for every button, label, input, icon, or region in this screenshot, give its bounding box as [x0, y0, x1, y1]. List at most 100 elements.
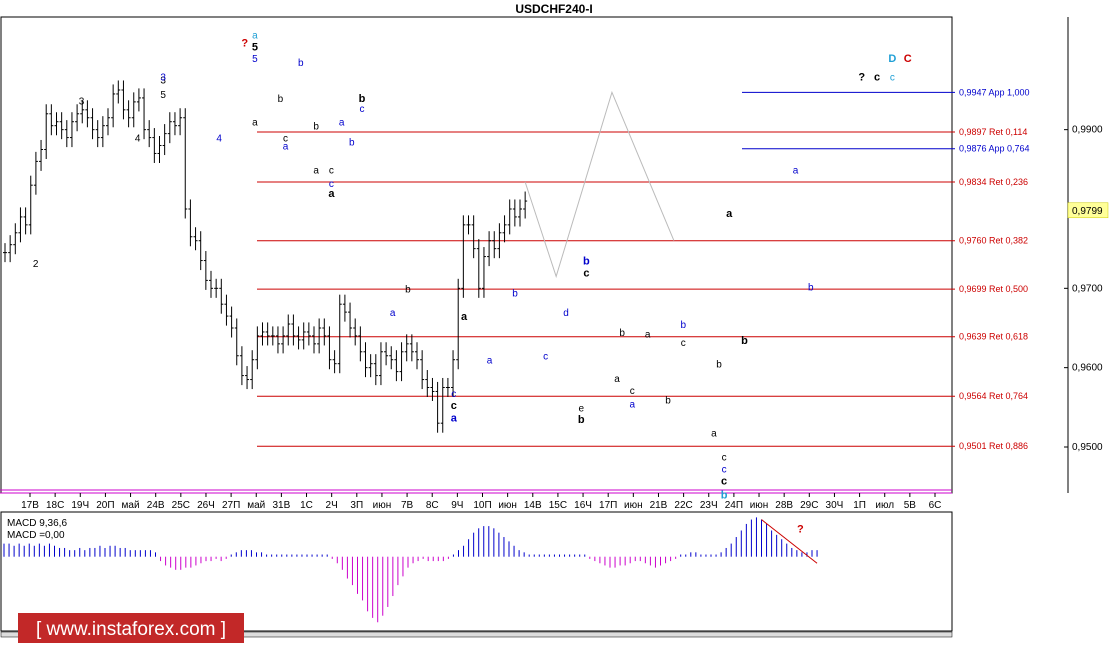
x-tick-label-12: 2Ч	[326, 500, 338, 511]
wave-label-44: b	[665, 395, 671, 406]
wave-label-16: b	[313, 122, 319, 133]
watermark: [ www.instaforex.com ]	[18, 613, 244, 643]
x-tick-label-3: 20П	[96, 500, 114, 511]
x-tick-label-16: 8С	[426, 500, 439, 511]
wave-label-51: c	[721, 475, 727, 487]
wave-label-58: c	[874, 71, 880, 83]
wave-label-23: b	[359, 93, 366, 105]
x-tick-label-15: 7В	[401, 500, 414, 511]
macd-label-value: MACD =0,00	[7, 530, 65, 541]
wave-label-34: d	[563, 308, 569, 319]
wave-label-42: a	[630, 399, 636, 410]
chart-svg: USDCHF240-I 0,9947 App 1,000 0,9897 Ret 0…	[0, 0, 1109, 662]
wave-label-20: a	[328, 188, 335, 200]
x-tick-label-36: 6С	[929, 500, 942, 511]
x-tick-label-1: 18С	[46, 500, 64, 511]
wave-label-9: 5	[252, 41, 258, 53]
wave-label-41: c	[630, 386, 635, 397]
x-tick-label-0: 17В	[21, 500, 39, 511]
wave-label-55: a	[793, 165, 799, 176]
wave-label-36: c	[583, 267, 589, 279]
wave-label-37: e	[579, 403, 585, 414]
x-tick-label-24: июн	[624, 500, 643, 511]
wave-label-28: c	[451, 400, 457, 412]
chart: USDCHF240-I 0,9947 App 1,000 0,9897 Ret 0…	[0, 0, 1109, 662]
level-label-1: 0,9897 Ret 0,114	[959, 127, 1027, 137]
wave-label-0: 2	[33, 259, 39, 270]
wave-label-47: b	[716, 360, 722, 371]
level-label-0: 0,9947 App 1,000	[959, 87, 1030, 97]
wave-label-56: b	[808, 283, 814, 294]
wave-label-29: a	[451, 413, 458, 425]
wave-label-31: a	[487, 356, 493, 367]
x-tick-label-14: июн	[373, 500, 392, 511]
macd-trend-marker: ?	[797, 524, 804, 536]
x-tick-label-28: 24П	[725, 500, 743, 511]
wave-label-45: b	[681, 320, 687, 331]
y-tick-label-1: 0,9700	[1072, 283, 1103, 294]
wave-label-13: b	[298, 58, 304, 69]
level-label-7: 0,9564 Ret 0,764	[959, 391, 1028, 401]
x-tick-label-17: 9Ч	[451, 500, 463, 511]
wave-label-54: b	[741, 335, 748, 347]
x-tick-label-19: июн	[498, 500, 517, 511]
y-tick-label-3: 0,9500	[1072, 442, 1103, 453]
level-label-3: 0,9834 Ret 0,236	[959, 177, 1028, 187]
wave-label-61: C	[904, 53, 912, 65]
wave-label-39: b	[619, 328, 625, 339]
wave-label-43: a	[645, 330, 651, 341]
x-tick-label-7: 26Ч	[197, 500, 215, 511]
level-label-6: 0,9639 Ret 0,618	[959, 332, 1028, 342]
x-tick-label-11: 1С	[300, 500, 313, 511]
x-tick-label-6: 25С	[172, 500, 190, 511]
chart-title: USDCHF240-I	[515, 2, 592, 16]
wave-label-7: ?	[241, 37, 248, 49]
wave-label-21: a	[339, 118, 345, 129]
current-price-label: 0,9799	[1072, 206, 1103, 217]
wave-label-53: a	[726, 208, 733, 220]
wave-label-59: c	[890, 72, 895, 83]
wave-label-57: ?	[858, 71, 865, 83]
wave-label-12: b	[278, 94, 284, 105]
wave-label-22: b	[349, 138, 355, 149]
x-tick-label-8: 27П	[222, 500, 240, 511]
x-tick-label-32: 30Ч	[826, 500, 844, 511]
wave-label-10: 5	[252, 54, 258, 65]
x-tick-label-34: июл	[875, 500, 894, 511]
wave-label-17: a	[313, 165, 319, 176]
wave-label-2: 4	[135, 134, 141, 145]
x-tick-label-5: 24В	[147, 500, 165, 511]
wave-label-32: b	[512, 288, 518, 299]
wave-label-38: b	[578, 414, 585, 426]
x-tick-label-10: 31В	[272, 500, 290, 511]
y-tick-label-2: 0,9600	[1072, 363, 1103, 374]
x-tick-label-13: 3П	[350, 500, 363, 511]
wave-label-35: b	[583, 256, 590, 268]
wave-label-33: c	[543, 352, 548, 363]
wave-label-26: a	[390, 308, 396, 319]
chart-background	[0, 0, 1109, 662]
level-label-5: 0,9699 Ret 0,500	[959, 284, 1028, 294]
wave-label-24: c	[360, 104, 365, 115]
watermark-text: [ www.instaforex.com ]	[36, 619, 226, 640]
x-tick-label-35: 5В	[904, 500, 917, 511]
wave-label-60: D	[888, 53, 896, 65]
x-tick-label-21: 15С	[549, 500, 567, 511]
wave-label-30: a	[461, 311, 468, 323]
wave-label-49: c	[722, 452, 727, 463]
x-tick-label-20: 14В	[524, 500, 542, 511]
wave-label-27: c	[451, 389, 456, 400]
level-label-4: 0,9760 Ret 0,382	[959, 236, 1028, 246]
x-tick-label-31: 29С	[800, 500, 818, 511]
x-tick-label-26: 22С	[674, 500, 692, 511]
y-tick-label-0: 0,9900	[1072, 125, 1103, 136]
x-tick-label-23: 17П	[599, 500, 617, 511]
wave-label-5: 3	[160, 72, 166, 83]
wave-label-15: a	[283, 141, 289, 152]
macd-label-params: MACD 9,36,6	[7, 518, 67, 529]
wave-label-25: b	[405, 284, 411, 295]
x-tick-label-25: 21В	[650, 500, 668, 511]
x-tick-label-18: 10П	[473, 500, 491, 511]
current-price-box: 0,9799	[1067, 202, 1109, 219]
x-tick-label-9: май	[247, 500, 265, 511]
